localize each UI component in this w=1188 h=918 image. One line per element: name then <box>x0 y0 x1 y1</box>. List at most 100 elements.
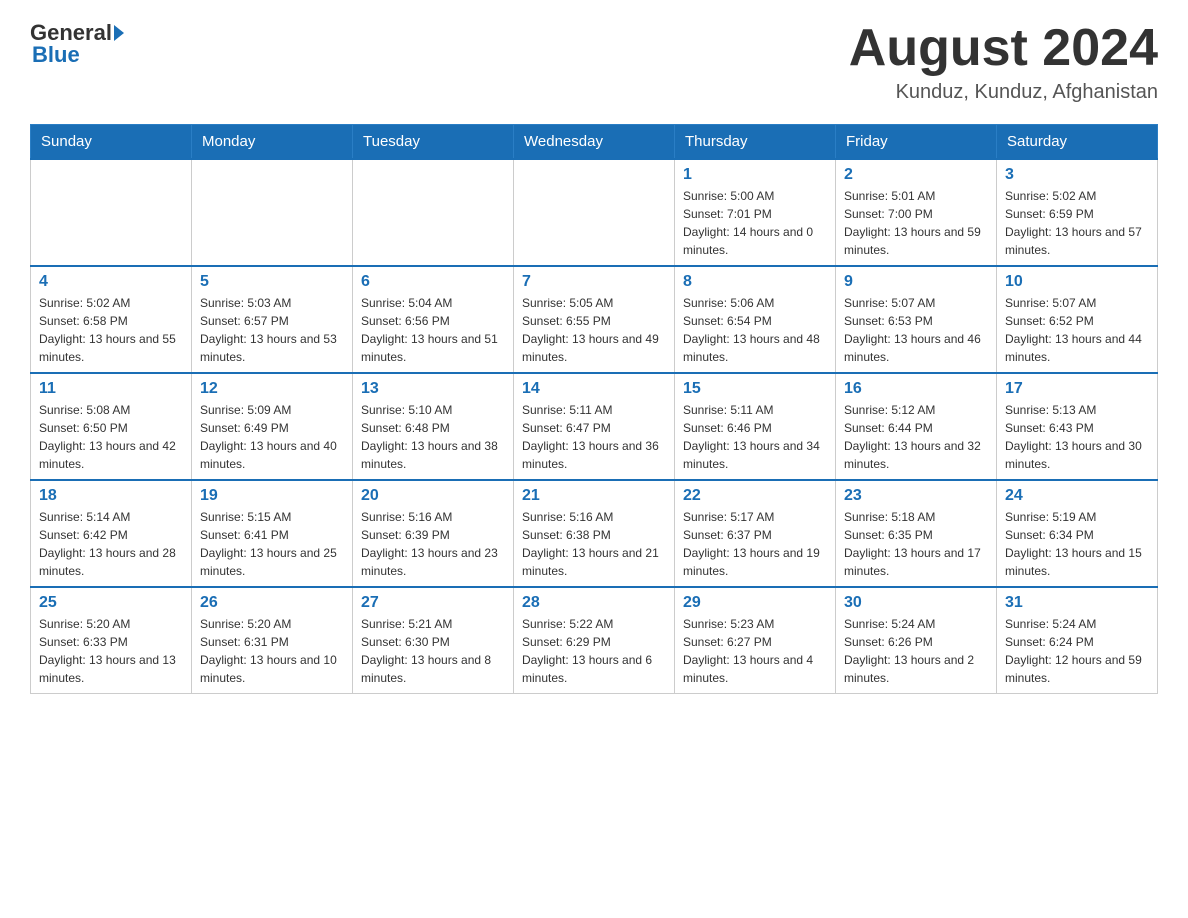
week-row-4: 18 Sunrise: 5:14 AMSunset: 6:42 PMDayligh… <box>31 480 1158 587</box>
day-number: 22 <box>683 487 827 505</box>
calendar-cell: 13 Sunrise: 5:10 AMSunset: 6:48 PMDayligh… <box>353 373 514 480</box>
calendar-cell: 17 Sunrise: 5:13 AMSunset: 6:43 PMDayligh… <box>997 373 1158 480</box>
day-number: 23 <box>844 487 988 505</box>
calendar-cell <box>353 159 514 266</box>
calendar-cell: 18 Sunrise: 5:14 AMSunset: 6:42 PMDayligh… <box>31 480 192 587</box>
calendar-cell: 28Sunrise: 5:22 AMSunset: 6:29 PMDayligh… <box>514 587 675 694</box>
weekday-header-wednesday: Wednesday <box>514 125 675 160</box>
calendar-cell: 31 Sunrise: 5:24 AMSunset: 6:24 PMDayligh… <box>997 587 1158 694</box>
day-number: 31 <box>1005 594 1149 612</box>
day-info: Sunrise: 5:18 AMSunset: 6:35 PMDaylight:… <box>844 508 988 580</box>
day-number: 6 <box>361 273 505 291</box>
day-info: Sunrise: 5:09 AMSunset: 6:49 PMDaylight:… <box>200 401 344 473</box>
day-info: Sunrise: 5:15 AMSunset: 6:41 PMDaylight:… <box>200 508 344 580</box>
day-number: 13 <box>361 380 505 398</box>
day-info: Sunrise: 5:07 AMSunset: 6:52 PMDaylight:… <box>1005 294 1149 366</box>
day-info: Sunrise: 5:11 AMSunset: 6:47 PMDaylight:… <box>522 401 666 473</box>
day-number: 9 <box>844 273 988 291</box>
page-header: General Blue August 2024 Kunduz, Kunduz,… <box>30 20 1158 104</box>
day-number: 29 <box>683 594 827 612</box>
day-number: 16 <box>844 380 988 398</box>
day-info: Sunrise: 5:03 AMSunset: 6:57 PMDaylight:… <box>200 294 344 366</box>
day-number: 7 <box>522 273 666 291</box>
day-number: 17 <box>1005 380 1149 398</box>
calendar-cell: 25Sunrise: 5:20 AMSunset: 6:33 PMDayligh… <box>31 587 192 694</box>
day-number: 10 <box>1005 273 1149 291</box>
day-info: Sunrise: 5:05 AMSunset: 6:55 PMDaylight:… <box>522 294 666 366</box>
weekday-header-monday: Monday <box>192 125 353 160</box>
day-number: 18 <box>39 487 183 505</box>
weekday-header-row: SundayMondayTuesdayWednesdayThursdayFrid… <box>31 125 1158 160</box>
day-number: 8 <box>683 273 827 291</box>
week-row-5: 25Sunrise: 5:20 AMSunset: 6:33 PMDayligh… <box>31 587 1158 694</box>
calendar-cell: 2Sunrise: 5:01 AMSunset: 7:00 PMDaylight… <box>836 159 997 266</box>
day-number: 14 <box>522 380 666 398</box>
day-info: Sunrise: 5:06 AMSunset: 6:54 PMDaylight:… <box>683 294 827 366</box>
calendar-cell: 10 Sunrise: 5:07 AMSunset: 6:52 PMDayligh… <box>997 266 1158 373</box>
calendar-cell: 16 Sunrise: 5:12 AMSunset: 6:44 PMDayligh… <box>836 373 997 480</box>
day-number: 3 <box>1005 166 1149 184</box>
day-number: 19 <box>200 487 344 505</box>
calendar-cell <box>31 159 192 266</box>
day-info: Sunrise: 5:14 AMSunset: 6:42 PMDaylight:… <box>39 508 183 580</box>
day-number: 15 <box>683 380 827 398</box>
calendar-cell: 14 Sunrise: 5:11 AMSunset: 6:47 PMDayligh… <box>514 373 675 480</box>
weekday-header-friday: Friday <box>836 125 997 160</box>
day-info: Sunrise: 5:13 AMSunset: 6:43 PMDaylight:… <box>1005 401 1149 473</box>
weekday-header-tuesday: Tuesday <box>353 125 514 160</box>
calendar-cell: 3 Sunrise: 5:02 AMSunset: 6:59 PMDaylight… <box>997 159 1158 266</box>
day-info: Sunrise: 5:21 AMSunset: 6:30 PMDaylight:… <box>361 615 505 687</box>
calendar-cell: 8 Sunrise: 5:06 AMSunset: 6:54 PMDaylight… <box>675 266 836 373</box>
day-info: Sunrise: 5:10 AMSunset: 6:48 PMDaylight:… <box>361 401 505 473</box>
calendar-cell: 23 Sunrise: 5:18 AMSunset: 6:35 PMDayligh… <box>836 480 997 587</box>
calendar-cell: 26 Sunrise: 5:20 AMSunset: 6:31 PMDayligh… <box>192 587 353 694</box>
week-row-1: 1Sunrise: 5:00 AMSunset: 7:01 PMDaylight… <box>31 159 1158 266</box>
calendar-cell: 19 Sunrise: 5:15 AMSunset: 6:41 PMDayligh… <box>192 480 353 587</box>
day-info: Sunrise: 5:11 AMSunset: 6:46 PMDaylight:… <box>683 401 827 473</box>
day-number: 28 <box>522 594 666 612</box>
day-info: Sunrise: 5:17 AMSunset: 6:37 PMDaylight:… <box>683 508 827 580</box>
day-number: 30 <box>844 594 988 612</box>
calendar-cell: 15 Sunrise: 5:11 AMSunset: 6:46 PMDayligh… <box>675 373 836 480</box>
day-info: Sunrise: 5:00 AMSunset: 7:01 PMDaylight:… <box>683 187 827 259</box>
day-number: 4 <box>39 273 183 291</box>
day-number: 12 <box>200 380 344 398</box>
calendar-cell <box>514 159 675 266</box>
day-info: Sunrise: 5:04 AMSunset: 6:56 PMDaylight:… <box>361 294 505 366</box>
day-info: Sunrise: 5:02 AMSunset: 6:59 PMDaylight:… <box>1005 187 1149 259</box>
calendar-cell: 24Sunrise: 5:19 AMSunset: 6:34 PMDayligh… <box>997 480 1158 587</box>
logo-arrow-icon <box>114 25 124 41</box>
day-number: 26 <box>200 594 344 612</box>
day-number: 27 <box>361 594 505 612</box>
day-info: Sunrise: 5:12 AMSunset: 6:44 PMDaylight:… <box>844 401 988 473</box>
day-info: Sunrise: 5:16 AMSunset: 6:39 PMDaylight:… <box>361 508 505 580</box>
day-number: 25 <box>39 594 183 612</box>
day-number: 24 <box>1005 487 1149 505</box>
week-row-2: 4Sunrise: 5:02 AMSunset: 6:58 PMDaylight… <box>31 266 1158 373</box>
day-info: Sunrise: 5:24 AMSunset: 6:24 PMDaylight:… <box>1005 615 1149 687</box>
day-info: Sunrise: 5:07 AMSunset: 6:53 PMDaylight:… <box>844 294 988 366</box>
day-info: Sunrise: 5:16 AMSunset: 6:38 PMDaylight:… <box>522 508 666 580</box>
calendar-cell: 22 Sunrise: 5:17 AMSunset: 6:37 PMDayligh… <box>675 480 836 587</box>
calendar-cell: 30 Sunrise: 5:24 AMSunset: 6:26 PMDayligh… <box>836 587 997 694</box>
calendar-cell: 7 Sunrise: 5:05 AMSunset: 6:55 PMDaylight… <box>514 266 675 373</box>
calendar-table: SundayMondayTuesdayWednesdayThursdayFrid… <box>30 124 1158 694</box>
day-number: 5 <box>200 273 344 291</box>
calendar-cell: 5 Sunrise: 5:03 AMSunset: 6:57 PMDaylight… <box>192 266 353 373</box>
month-title: August 2024 <box>849 20 1158 77</box>
logo: General Blue <box>30 20 126 68</box>
day-info: Sunrise: 5:20 AMSunset: 6:31 PMDaylight:… <box>200 615 344 687</box>
calendar-cell: 6 Sunrise: 5:04 AMSunset: 6:56 PMDaylight… <box>353 266 514 373</box>
calendar-cell: 11Sunrise: 5:08 AMSunset: 6:50 PMDayligh… <box>31 373 192 480</box>
calendar-cell: 29Sunrise: 5:23 AMSunset: 6:27 PMDayligh… <box>675 587 836 694</box>
day-info: Sunrise: 5:24 AMSunset: 6:26 PMDaylight:… <box>844 615 988 687</box>
day-number: 2 <box>844 166 988 184</box>
calendar-cell: 20Sunrise: 5:16 AMSunset: 6:39 PMDayligh… <box>353 480 514 587</box>
weekday-header-saturday: Saturday <box>997 125 1158 160</box>
weekday-header-sunday: Sunday <box>31 125 192 160</box>
calendar-cell: 21Sunrise: 5:16 AMSunset: 6:38 PMDayligh… <box>514 480 675 587</box>
calendar-cell: 4Sunrise: 5:02 AMSunset: 6:58 PMDaylight… <box>31 266 192 373</box>
calendar-cell: 12 Sunrise: 5:09 AMSunset: 6:49 PMDayligh… <box>192 373 353 480</box>
calendar-cell <box>192 159 353 266</box>
week-row-3: 11Sunrise: 5:08 AMSunset: 6:50 PMDayligh… <box>31 373 1158 480</box>
